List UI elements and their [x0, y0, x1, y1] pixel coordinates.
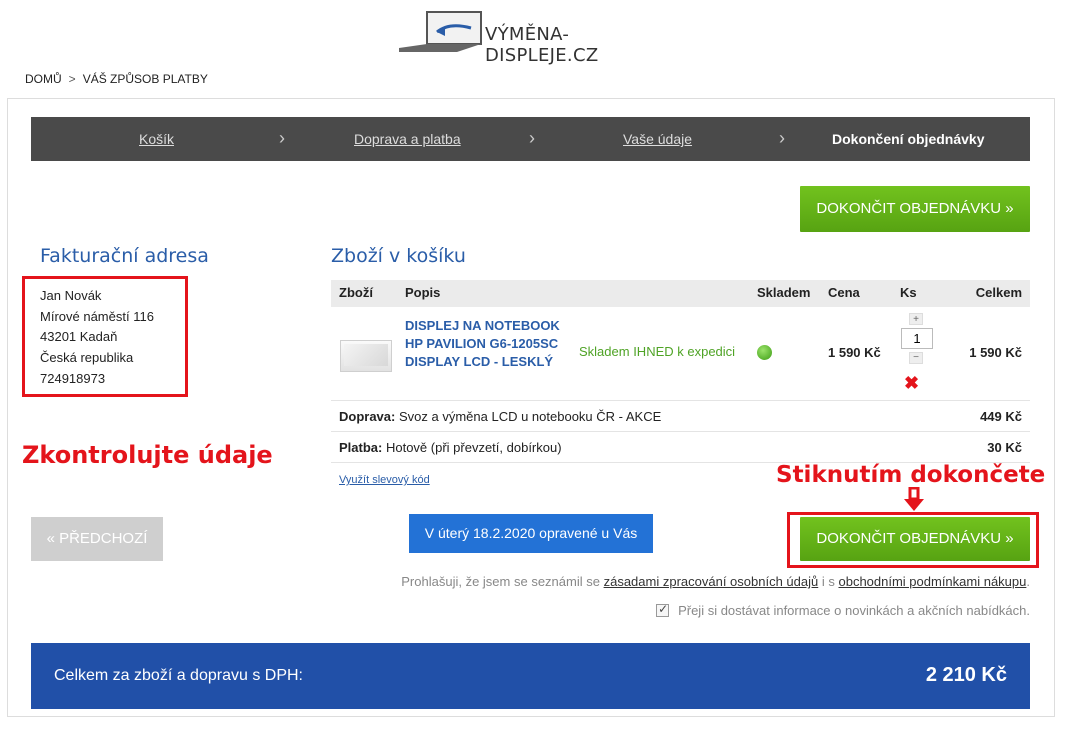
shipping-amount: 449 Kč: [980, 409, 1022, 424]
col-price: Cena: [828, 285, 860, 300]
breadcrumb-current: VÁŠ ZPŮSOB PLATBY: [82, 72, 208, 86]
stock-status: Skladem IHNED k expedici: [579, 344, 736, 359]
total-label: Celkem za zboží a dopravu s DPH:: [54, 667, 303, 684]
chevron-right-icon: ›: [279, 128, 285, 148]
terms-link[interactable]: obchodními podmínkami nákupu: [838, 574, 1026, 589]
order-total-bar: Celkem za zboží a dopravu s DPH: 2 210 K…: [31, 643, 1030, 709]
breadcrumb-separator: >: [68, 72, 76, 86]
consent-text-2: i s: [821, 574, 835, 589]
payment-row: Platba: Hotově (při převzetí, dobírkou) …: [331, 432, 1030, 463]
step-complete-order: Dokončení objednávky: [832, 131, 985, 147]
in-stock-dot-icon: [757, 345, 772, 360]
remove-item-icon[interactable]: ✖: [904, 373, 919, 394]
annotation-press-finish: Stiknutím dokončete: [776, 462, 1046, 488]
laptop-icon: [399, 11, 482, 52]
product-name-link[interactable]: DISPLEJ NA NOTEBOOK HP PAVILION G6-1205S…: [405, 317, 565, 371]
item-total: 1 590 Kč: [969, 345, 1022, 360]
annotation-check-data: Zkontrolujte údaje: [22, 441, 273, 469]
newsletter-checkbox[interactable]: [656, 602, 670, 617]
shipping-row: Doprava: Svoz a výměna LCD u notebooku Č…: [331, 401, 1030, 432]
cart-item-row: DISPLEJ NA NOTEBOOK HP PAVILION G6-1205S…: [331, 307, 1030, 401]
cart-table-header: Zboží Popis Skladem Cena Ks Celkem: [331, 280, 1030, 307]
chevron-right-icon: ›: [779, 128, 785, 148]
newsletter-option[interactable]: Přeji si dostávat informace o novinkách …: [656, 602, 1030, 618]
payment-value: Hotově (při převzetí, dobírkou): [385, 440, 562, 455]
qty-increase-button[interactable]: +: [909, 313, 923, 325]
breadcrumb: DOMŮ > VÁŠ ZPŮSOB PLATBY: [25, 72, 208, 86]
step-your-details[interactable]: Vaše údaje: [623, 117, 692, 161]
finish-order-button-bottom[interactable]: DOKONČIT OBJEDNÁVKU »: [800, 517, 1030, 561]
billing-name: Jan Novák: [40, 288, 102, 303]
previous-button[interactable]: « PŘEDCHOZÍ: [31, 517, 163, 561]
shipping-label: Doprava:: [339, 409, 396, 424]
consent-text-1: Prohlašuji, že jsem se seznámil se: [401, 574, 600, 589]
arrow-down-icon: [904, 487, 924, 511]
item-price: 1 590 Kč: [828, 345, 881, 360]
finish-order-button-top[interactable]: DOKONČIT OBJEDNÁVKU »: [800, 186, 1030, 232]
cart-title: Zboží v košíku: [331, 245, 466, 267]
total-amount: 2 210 Kč: [925, 664, 1007, 686]
col-description: Popis: [405, 285, 441, 300]
step-shipping-payment[interactable]: Doprava a platba: [354, 117, 461, 161]
newsletter-label: Přeji si dostávat informace o novinkách …: [678, 603, 1030, 618]
breadcrumb-home[interactable]: DOMŮ: [25, 72, 62, 86]
billing-address: Jan Novák Mírové náměstí 116 43201 Kadaň…: [22, 276, 188, 397]
col-total: Celkem: [975, 285, 1022, 300]
delivery-info-button[interactable]: V úterý 18.2.2020 opravené u Vás: [409, 514, 653, 553]
billing-city: 43201 Kadaň: [40, 329, 118, 345]
billing-country: Česká republika: [40, 350, 134, 366]
col-stock: Skladem: [757, 285, 811, 300]
col-qty: Ks: [900, 285, 917, 300]
billing-title: Fakturační adresa: [40, 245, 209, 267]
coupon-link[interactable]: Využít slevový kód: [339, 474, 430, 486]
qty-decrease-button[interactable]: −: [909, 352, 923, 364]
step-cart[interactable]: Košík: [139, 117, 174, 161]
consent-text-3: .: [1026, 574, 1030, 589]
site-logo[interactable]: VÝMĚNA-DISPLEJE.CZ: [397, 8, 677, 66]
privacy-policy-link[interactable]: zásadami zpracování osobních údajů: [604, 574, 819, 589]
product-thumbnail[interactable]: [340, 340, 392, 372]
consent-text: Prohlašuji, že jsem se seznámil se zásad…: [401, 574, 1030, 589]
checkout-steps: Košík › Doprava a platba › Vaše údaje › …: [31, 117, 1030, 161]
billing-phone: 724918973: [40, 370, 106, 386]
chevron-right-icon: ›: [529, 128, 535, 148]
shipping-value: Svoz a výměna LCD u notebooku ČR - AKCE: [398, 409, 662, 424]
qty-input[interactable]: [901, 328, 933, 349]
logo-text: VÝMĚNA-DISPLEJE.CZ: [485, 24, 599, 66]
payment-amount: 30 Kč: [987, 440, 1022, 455]
payment-label: Platba:: [339, 440, 383, 455]
col-item: Zboží: [339, 285, 373, 300]
billing-street: Mírové náměstí 116: [40, 308, 154, 324]
